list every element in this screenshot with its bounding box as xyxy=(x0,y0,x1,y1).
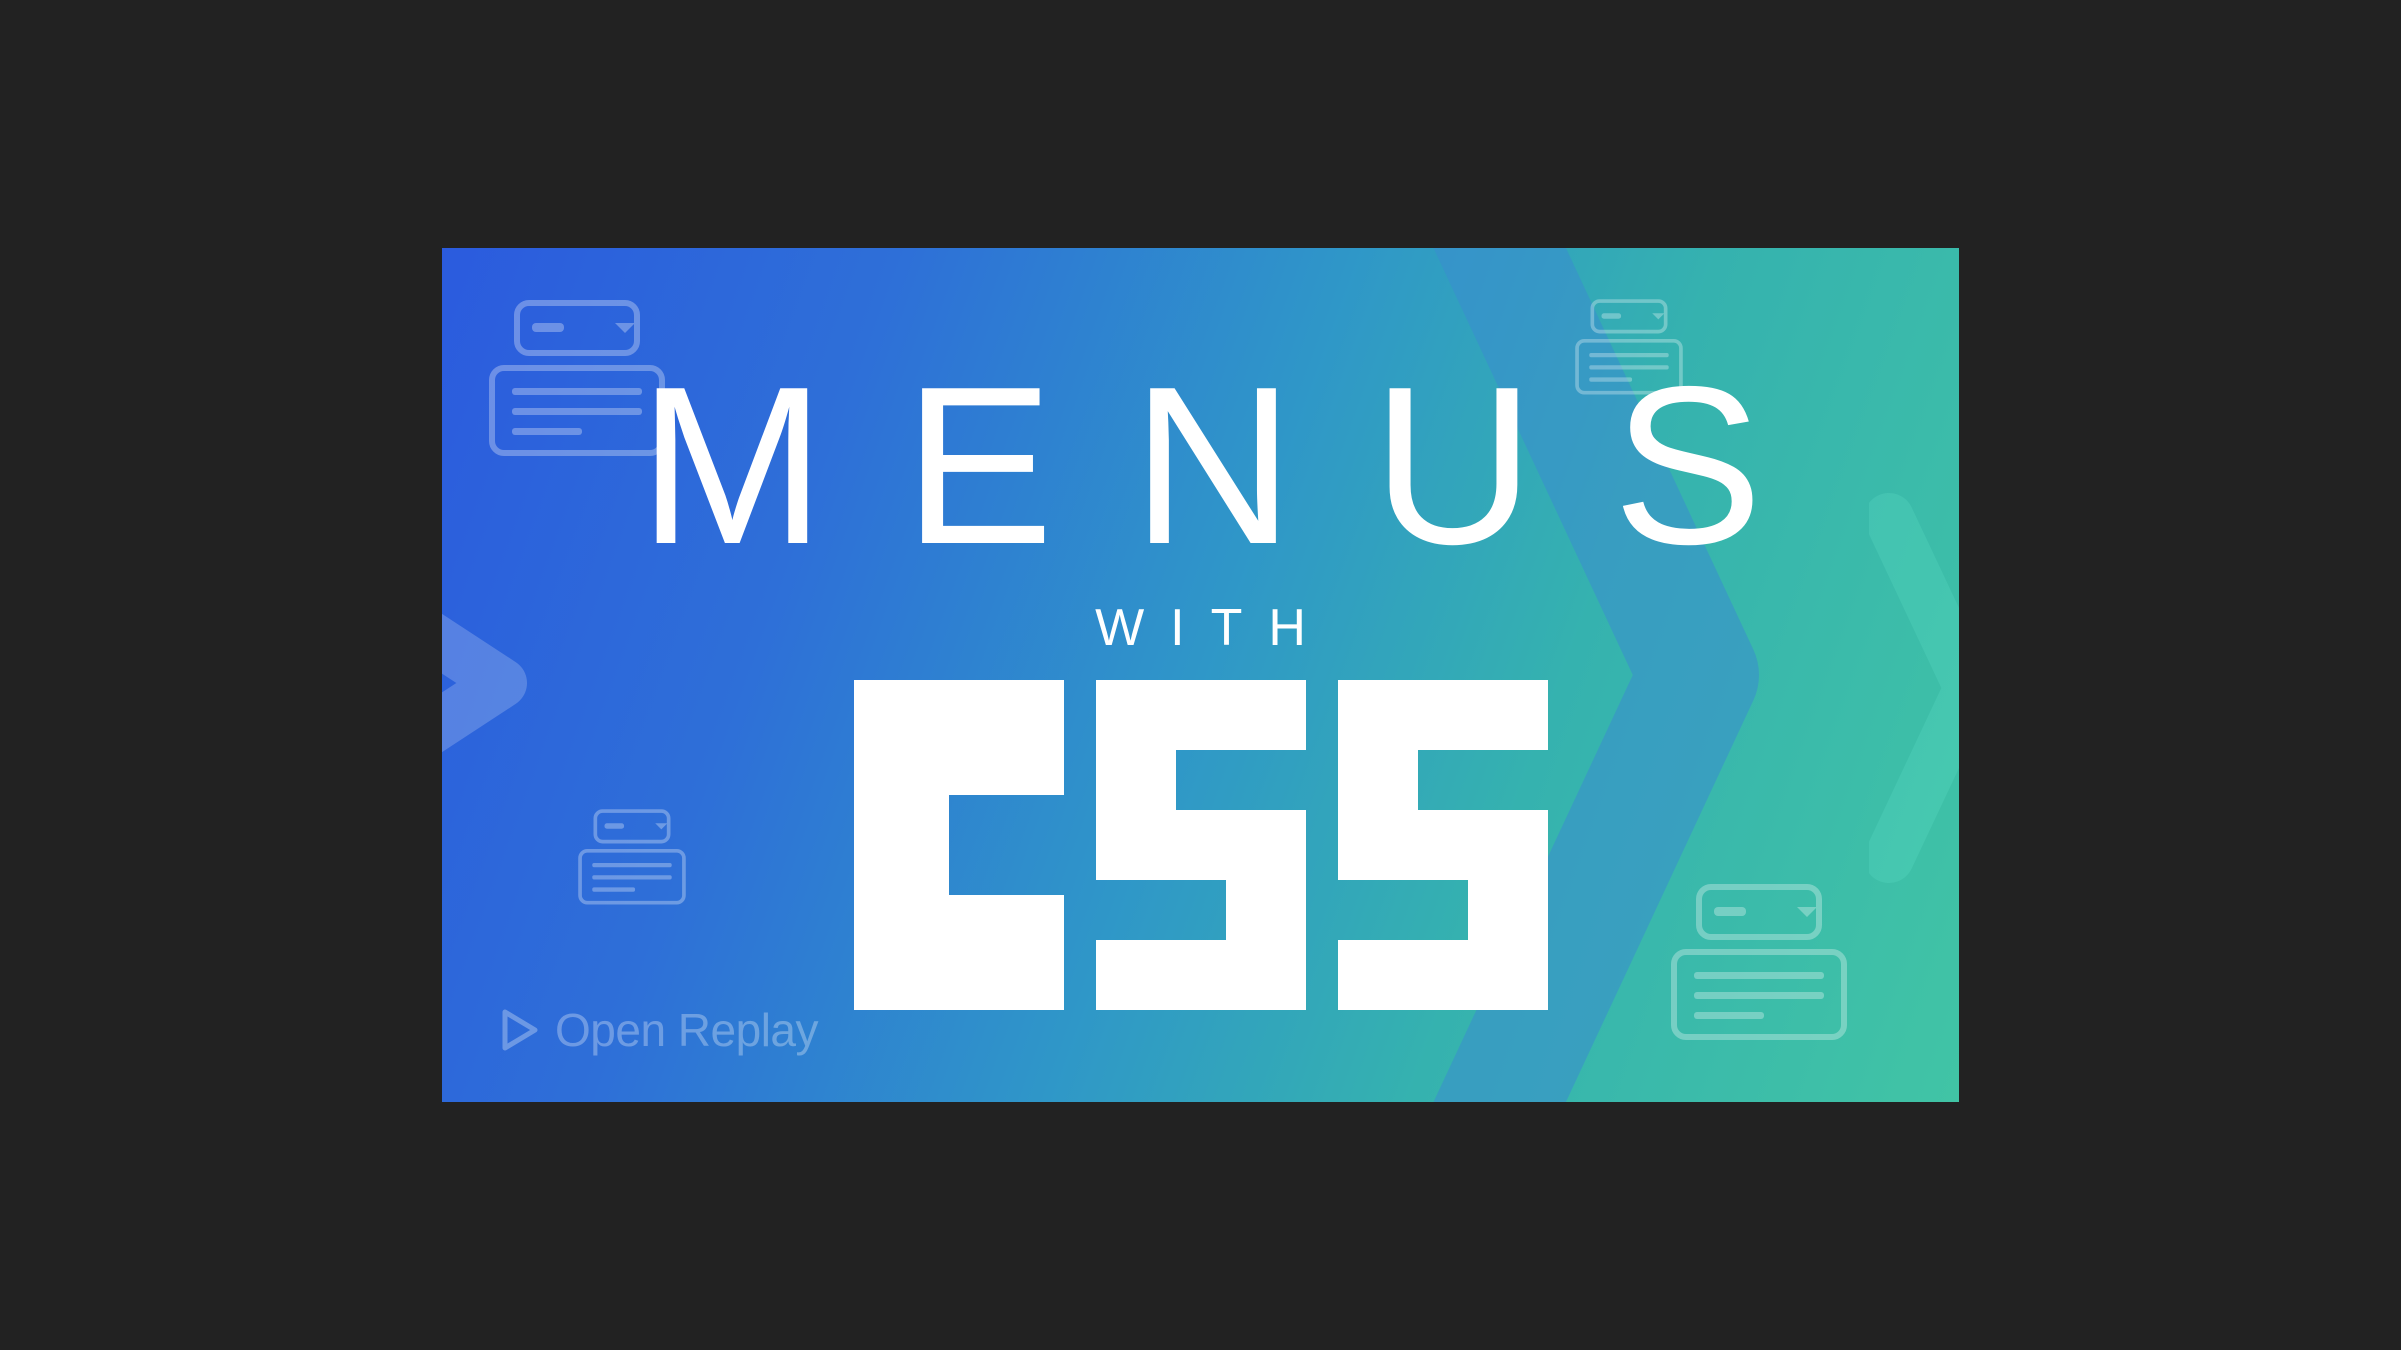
title-line-1: MENUS xyxy=(560,353,1841,578)
brand-logo: Open Replay xyxy=(497,1003,818,1057)
css-blocky-text xyxy=(854,680,1548,1010)
banner-hero: MENUS WITH xyxy=(442,248,1959,1102)
css-letter-s-2 xyxy=(1338,680,1548,1010)
banner-content: MENUS WITH xyxy=(442,248,1959,1102)
css-letter-s-1 xyxy=(1096,680,1306,1010)
title-line-2: WITH xyxy=(1069,598,1332,658)
play-icon xyxy=(497,1008,541,1052)
brand-name: Open Replay xyxy=(555,1003,818,1057)
css-letter-c xyxy=(854,680,1064,1010)
